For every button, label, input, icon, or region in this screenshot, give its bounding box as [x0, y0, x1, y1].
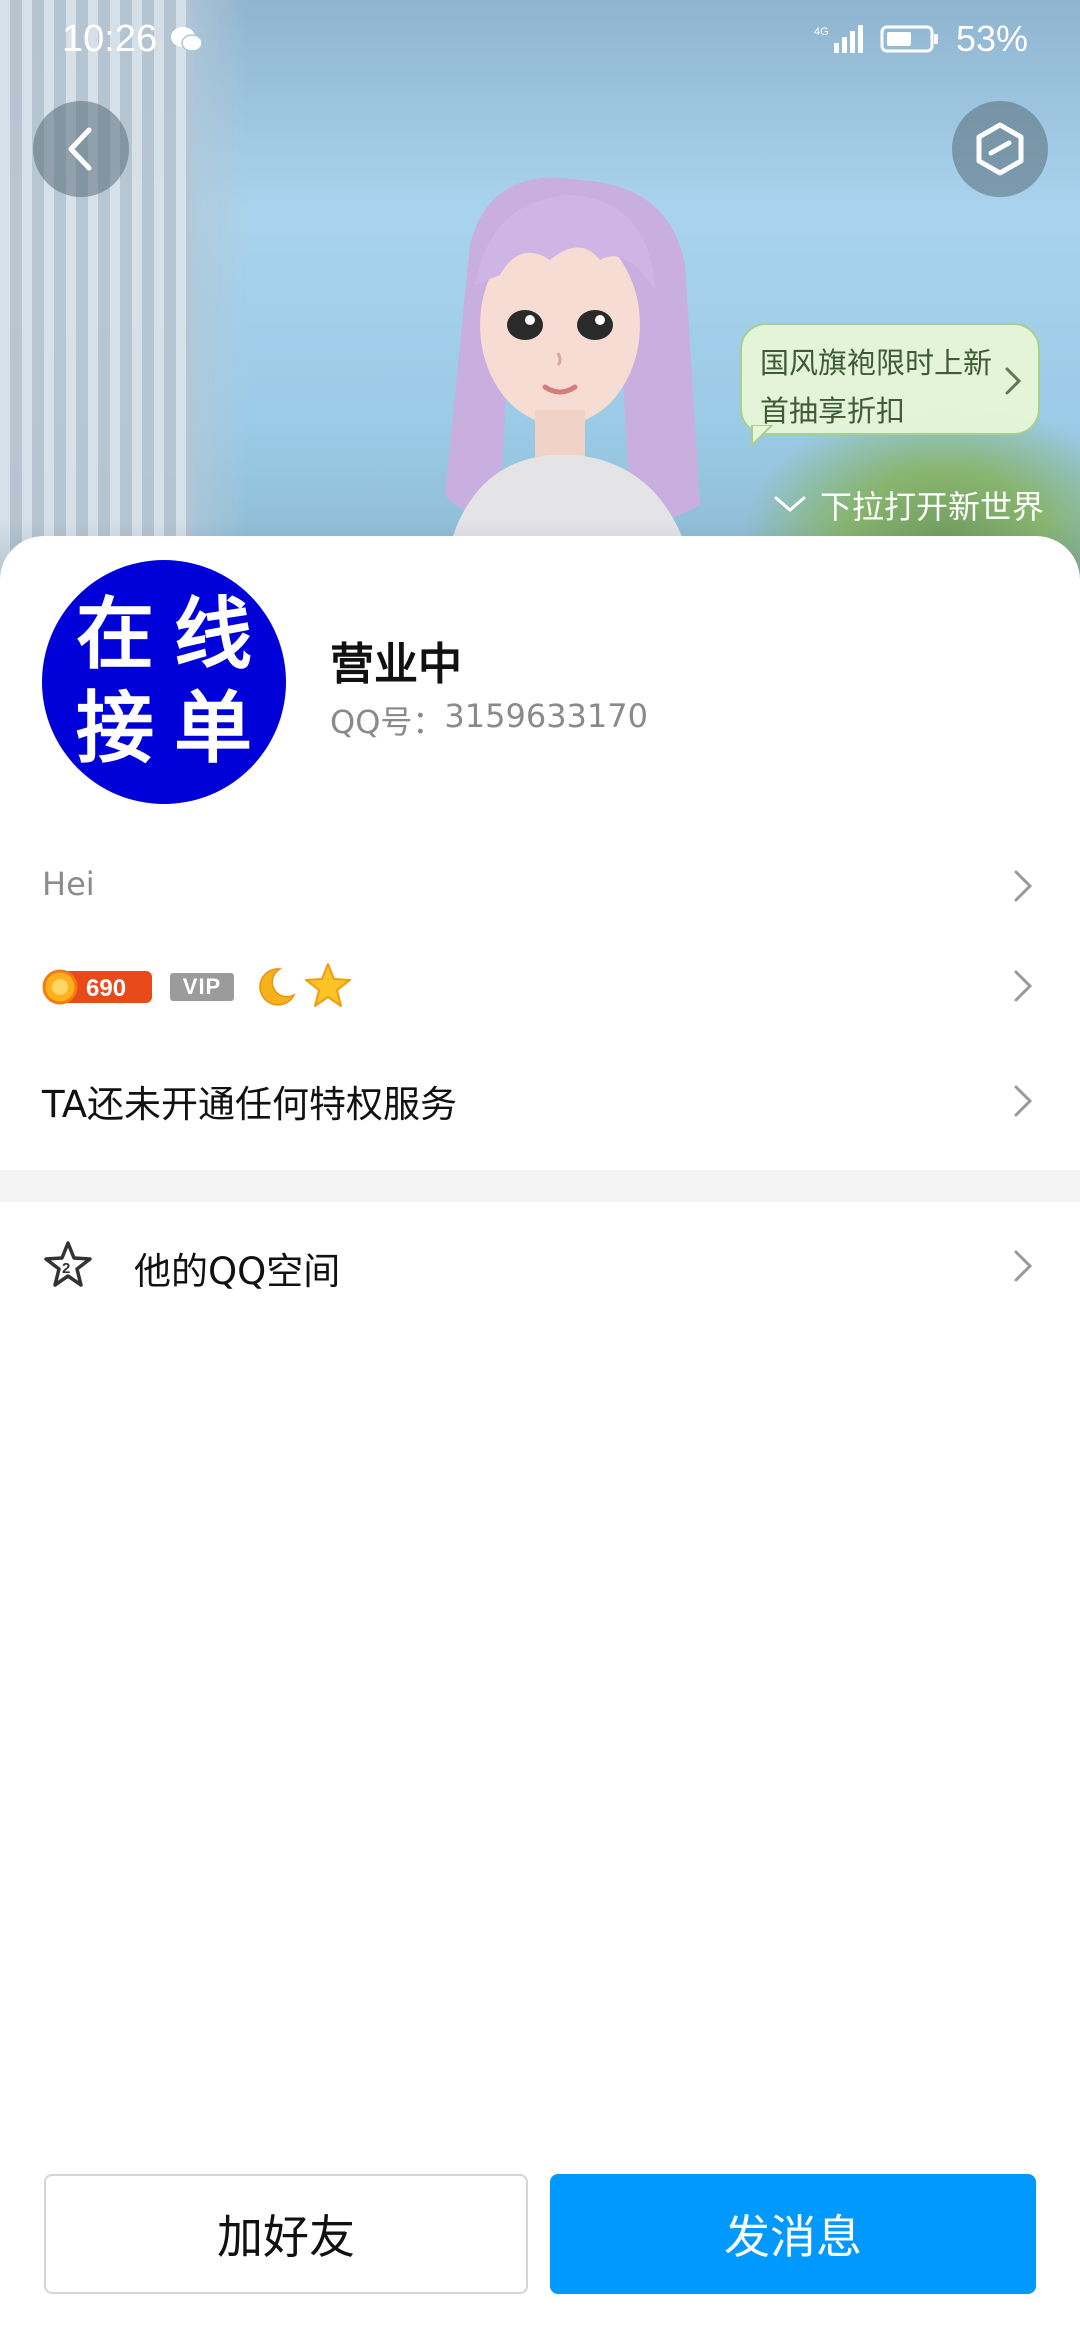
avatar-char: 单	[173, 684, 252, 774]
bubble-tail	[751, 425, 774, 447]
qq-number-value: 3159633170	[444, 697, 648, 735]
signature-text: Hei	[42, 865, 95, 903]
badges-row[interactable]: 690 VIP	[0, 935, 1080, 1035]
promo-bubble[interactable]: 国风旗袍限时上新 首抽享折扣	[740, 323, 1040, 435]
promo-line-1: 国风旗袍限时上新	[760, 346, 993, 380]
chevron-right-icon	[1014, 870, 1033, 902]
privilege-text: TA还未开通任何特权服务	[42, 1083, 458, 1126]
signature-row[interactable]: Hei	[0, 835, 1080, 935]
chevron-right-icon	[1014, 1250, 1033, 1282]
curtain-decoration	[0, 0, 250, 600]
svg-text:2: 2	[62, 1260, 70, 1277]
super-qq-show-button[interactable]	[952, 101, 1048, 197]
star-icon	[305, 963, 351, 1007]
hexagon-icon	[976, 122, 1024, 176]
moon-icon	[259, 968, 296, 1006]
avatar[interactable]: 在 线 接 单	[42, 560, 286, 804]
add-friend-button[interactable]: 加好友	[44, 2174, 528, 2294]
signal-icon: 4G	[814, 25, 863, 53]
status-indicators: 4G 53%	[814, 18, 1028, 60]
vip-badge: VIP	[170, 973, 234, 1001]
privilege-row[interactable]: TA还未开通任何特权服务	[0, 1050, 1080, 1150]
battery-percent: 53%	[955, 18, 1028, 59]
chevron-right-icon	[1014, 970, 1033, 1002]
qq-number-label: QQ号：	[330, 703, 445, 741]
pull-down-hint-text: 下拉打开新世界	[820, 488, 1045, 526]
profile-card	[0, 536, 1080, 2340]
qzone-label: 他的QQ空间	[134, 1250, 341, 1293]
avatar-char: 线	[173, 590, 252, 680]
section-divider	[0, 1170, 1080, 1202]
chevron-right-icon	[1005, 367, 1022, 395]
chevron-down-icon	[774, 496, 806, 512]
avatar-text: 在 线 接 单	[66, 588, 262, 776]
send-message-button[interactable]: 发消息	[550, 2174, 1036, 2294]
bottom-action-bar: 加好友 发消息	[0, 2160, 1080, 2340]
status-bar: 10:26 4G 53%	[0, 0, 1080, 84]
back-button[interactable]	[33, 101, 129, 197]
avatar-char: 接	[75, 684, 154, 774]
chevron-right-icon	[1014, 1085, 1033, 1117]
promo-line-2: 首抽享折扣	[760, 394, 906, 428]
pull-down-hint[interactable]: 下拉打开新世界	[772, 482, 1044, 528]
chevron-left-icon	[68, 127, 92, 171]
status-time: 10:26	[62, 18, 158, 60]
wechat-notification-icon	[171, 27, 202, 52]
avatar-char: 在	[75, 590, 154, 680]
qzone-row[interactable]: 2 他的QQ空间	[0, 1215, 1080, 1315]
level-number: 690	[86, 975, 126, 1002]
battery-icon	[880, 25, 938, 53]
qq-level-badge: 690	[42, 969, 152, 1005]
nickname: 营业中	[330, 639, 462, 690]
qzone-star-icon: 2	[44, 1241, 92, 1287]
qq-number[interactable]: QQ号： 3159633170	[330, 697, 648, 743]
svg-text:4G: 4G	[814, 26, 829, 38]
